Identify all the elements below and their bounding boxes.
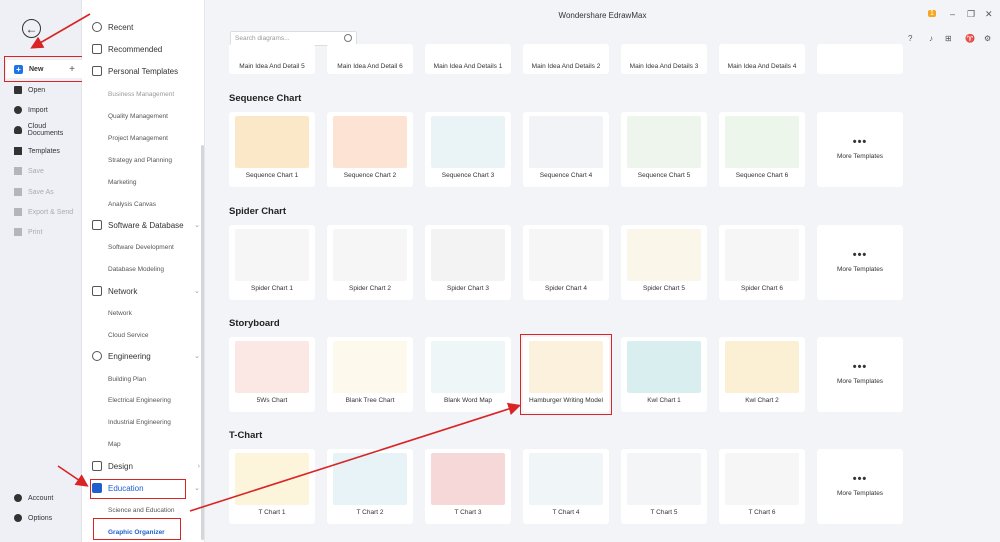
- annotation-arrows: [30, 13, 522, 512]
- arrow-to-education: [57, 465, 89, 487]
- arrow-to-hamburger: [189, 402, 522, 512]
- arrow-to-new: [30, 13, 91, 49]
